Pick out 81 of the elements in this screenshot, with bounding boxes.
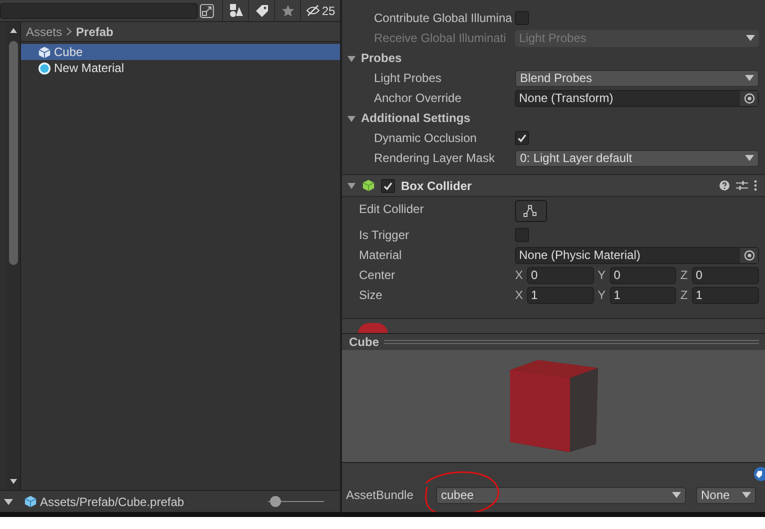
axis-label: X [515,267,524,284]
zoom-slider[interactable] [268,496,324,507]
checkbox[interactable] [515,131,529,145]
more-options-icon[interactable] [754,180,757,191]
field-label: Size [358,287,384,304]
dropdown[interactable]: 0: Light Layer default [515,150,759,166]
tag-badge-icon [751,467,765,481]
dropdown-arrow-icon [742,492,751,498]
field-label: AssetBundle [346,487,414,504]
field-label: Center [358,267,396,284]
object-field[interactable]: None (Transform) [515,90,759,106]
scrollbar[interactable] [7,22,21,490]
number-field[interactable]: 1 [692,286,760,304]
preview-title: Cube [349,334,379,351]
axis-label: Z [680,287,688,304]
field-label: Material [358,247,403,264]
component-title: Box Collider [401,178,473,194]
object-field[interactable]: None (Physic Material) [515,246,759,264]
asset-name: New Material [54,60,124,77]
axis-label: Z [680,267,688,284]
breadcrumb-item[interactable]: Assets [26,22,62,40]
field-label: Light Probes [373,70,442,87]
caret-icon[interactable] [347,181,356,190]
edit-collider-button[interactable] [515,200,547,222]
section-heading: Additional Settings [361,110,470,127]
field-label: Edit Collider [358,201,425,218]
axis-label: Y [598,267,606,284]
scroll-up-arrow-icon[interactable] [10,28,17,33]
variant-dropdown[interactable]: None [696,486,756,504]
field-label: Receive Global Illuminati [373,30,508,47]
cube-icon [24,495,37,508]
field-label: Dynamic Occlusion [373,130,478,147]
asset-item[interactable]: New Material [21,60,340,76]
dropdown-arrow-icon[interactable] [4,498,13,504]
shapes-filter-icon[interactable] [228,4,242,17]
breadcrumb-item[interactable]: Prefab [76,22,114,40]
axis-label: X [515,287,524,304]
scroll-down-arrow-icon[interactable] [10,479,17,484]
asset-item[interactable]: Cube [21,44,340,60]
field-label: Rendering Layer Mask [373,150,496,167]
number-field[interactable]: 1 [527,286,594,304]
number-field[interactable]: 0 [692,266,760,284]
object-picker-icon[interactable] [744,92,754,104]
dropdown[interactable]: Blend Probes [515,70,759,86]
field-label: Is Trigger [358,227,410,244]
asset-bundle-dropdown[interactable]: cubee [436,486,686,504]
checkmark-icon [383,180,393,190]
number-field[interactable]: 0 [610,266,676,284]
chevron-right-icon [66,27,72,36]
help-icon[interactable] [719,180,730,191]
object-picker-icon[interactable] [744,250,754,260]
checkbox[interactable] [515,11,529,25]
hidden-count: 25 [322,2,336,20]
dropdown-arrow-icon [745,75,754,81]
dropdown-arrow-icon [672,492,681,498]
caret-icon[interactable] [347,114,356,122]
search-field[interactable] [0,2,198,18]
number-field[interactable]: 1 [610,286,676,304]
caret-icon[interactable] [347,54,356,62]
number-field[interactable]: 0 [527,266,594,284]
field-label: Contribute Global Illumina [373,10,514,27]
asset-name: Cube [54,44,83,61]
maximize-icon[interactable] [200,4,214,18]
polygon-edit-icon [523,205,539,217]
checkbox[interactable] [381,178,395,192]
hidden-eye-icon[interactable] [306,5,320,16]
cube-icon [38,46,51,58]
settings-sliders-icon[interactable] [736,180,748,191]
sphere-icon [38,62,51,74]
asset-path: Assets/Prefab/Cube.prefab [40,494,186,510]
dropdown-arrow-icon [745,155,754,161]
field-label: Anchor Override [373,90,462,107]
checkmark-icon [517,133,527,143]
star-icon[interactable] [282,4,294,16]
slider-thumb[interactable] [270,496,282,507]
cube-icon [362,179,375,192]
checkbox[interactable] [515,228,529,242]
section-heading: Probes [361,50,402,67]
tag-icon[interactable] [256,4,268,16]
dropdown-arrow-icon [746,35,755,41]
axis-label: Y [598,287,606,304]
